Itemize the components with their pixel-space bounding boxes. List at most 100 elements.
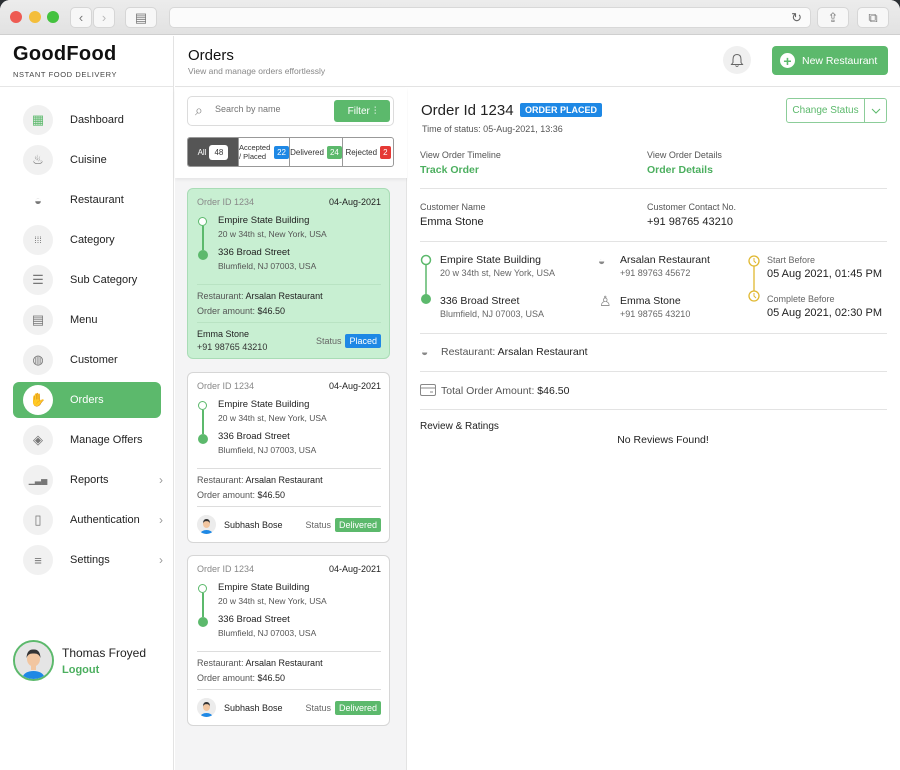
- avatar: [13, 640, 54, 681]
- timeline-label: View Order Timeline: [420, 150, 501, 160]
- sidebar-item-label: Orders: [70, 394, 104, 406]
- status-time: Time of status: 05-Aug-2021, 13:36: [422, 124, 563, 134]
- customer-icon: ◍: [23, 345, 53, 375]
- route-line: [202, 226, 204, 250]
- tab-all[interactable]: All 48: [188, 138, 239, 166]
- tab-delivered[interactable]: Delivered 24: [290, 138, 343, 166]
- search-input[interactable]: [215, 104, 330, 114]
- pickup-name: Empire State Building: [218, 215, 310, 226]
- order-status: Status Delivered: [305, 517, 381, 532]
- dropoff-address: Blumfield, NJ 07003, USA: [440, 309, 545, 319]
- reports-chart-icon: ▁▃▅: [23, 465, 53, 495]
- order-route: Empire State Building 20 w 34th st, New …: [197, 215, 381, 280]
- status-tabs: All 48 Accepted / Placed 22 Delivered 24…: [187, 137, 394, 167]
- chevron-right-icon: ›: [159, 513, 163, 527]
- new-restaurant-label: New Restaurant: [802, 54, 878, 67]
- order-title: Order Id 1234: [421, 102, 514, 119]
- tab-accepted-placed[interactable]: Accepted / Placed 22: [239, 138, 290, 166]
- share-button[interactable]: ⇪: [817, 7, 849, 28]
- sidebar-item-cuisine[interactable]: ♨ Cuisine: [13, 142, 161, 178]
- sidebar-item-manage-offers[interactable]: ◈ Manage Offers: [13, 422, 161, 458]
- total-label: Total Order Amount:: [441, 385, 538, 397]
- amount-prefix: Order amount:: [197, 490, 258, 500]
- pickup-dot-icon: [198, 584, 207, 593]
- orders-list-panel: ⌕ Filter ⫶ All 48 Accepted / Placed 22 D…: [175, 88, 407, 770]
- amount-prefix: Order amount:: [197, 673, 258, 683]
- filter-label: Filter: [347, 105, 370, 117]
- app-window: ‹ › ▤ ↻ ⇪ ⧉ GoodFood NSTANT FOOD DELIVER…: [0, 0, 900, 770]
- sidebar-item-dashboard[interactable]: ▦ Dashboard: [13, 102, 161, 138]
- tab-rejected[interactable]: Rejected 2: [343, 138, 393, 166]
- tabs-icon: ⧉: [868, 9, 878, 25]
- dropoff-address: Blumfield, NJ 07003, USA: [218, 261, 317, 271]
- notifications-button[interactable]: [723, 46, 751, 74]
- pickup-name: Empire State Building: [440, 254, 541, 266]
- sidebar: GoodFood NSTANT FOOD DELIVERY ▦ Dashboar…: [0, 36, 174, 770]
- sidebar-item-orders[interactable]: ✋ Orders: [13, 382, 161, 418]
- details-label: View Order Details: [647, 150, 722, 160]
- sidebar-item-settings[interactable]: ≡ Settings ›: [13, 542, 163, 578]
- sidebar-item-restaurant[interactable]: ◒ Restaurant: [13, 182, 161, 218]
- status-label: Status: [305, 519, 331, 530]
- pickup-address: 20 w 34th st, New York, USA: [440, 268, 556, 278]
- customer-name: Emma Stone: [197, 329, 250, 339]
- offer-tag-icon: ◈: [23, 425, 53, 455]
- menu-icon: ▤: [23, 305, 53, 335]
- page-header: Orders View and manage orders effortless…: [175, 36, 900, 87]
- divider: [420, 371, 887, 372]
- reload-icon[interactable]: ↻: [791, 10, 802, 26]
- order-card[interactable]: Order ID 1234 04-Aug-2021 Empire State B…: [187, 372, 390, 543]
- card-footer: Subhash Bose Status Delivered: [197, 507, 381, 542]
- sidebar-item-authentication[interactable]: ▯ Authentication ›: [13, 502, 163, 538]
- total-amount-row: Total Order Amount: $46.50: [441, 385, 569, 397]
- avatar: [197, 515, 216, 534]
- customer-phone: +91 98765 43210: [197, 342, 268, 352]
- sidebar-item-customer[interactable]: ◍ Customer: [13, 342, 161, 378]
- status-label: Status: [305, 702, 331, 713]
- order-route: Empire State Building 20 w 34th st, New …: [197, 399, 381, 464]
- sidebar-item-menu[interactable]: ▤ Menu: [13, 302, 161, 338]
- track-order-link[interactable]: Track Order: [420, 164, 479, 176]
- maximize-window-button[interactable]: [47, 11, 59, 23]
- sidebar-toggle-button[interactable]: ▤: [125, 7, 157, 28]
- user-avatar-icon: [15, 642, 52, 679]
- dropoff-dot-icon: [198, 250, 208, 260]
- chevron-down-icon[interactable]: [865, 99, 886, 122]
- minimize-window-button[interactable]: [29, 11, 41, 23]
- order-card[interactable]: Order ID 1234 04-Aug-2021 Empire State B…: [187, 555, 390, 726]
- sidebar-item-reports[interactable]: ▁▃▅ Reports ›: [13, 462, 163, 498]
- pickup-name: Empire State Building: [218, 399, 310, 410]
- change-status-button[interactable]: Change Status: [787, 99, 865, 122]
- order-card[interactable]: Order ID 1234 04-Aug-2021 Empire State B…: [187, 188, 390, 359]
- restaurant-icon: ◒: [421, 345, 429, 359]
- order-date: 04-Aug-2021: [328, 197, 381, 207]
- sub-category-icon: ☰: [23, 265, 53, 295]
- tabs-button[interactable]: ⧉: [857, 7, 889, 28]
- logout-link[interactable]: Logout: [62, 664, 146, 676]
- change-status-dropdown[interactable]: Change Status: [786, 98, 887, 123]
- route-line: [202, 410, 204, 434]
- filter-button[interactable]: Filter ⫶: [334, 100, 390, 122]
- forward-button[interactable]: ›: [93, 7, 115, 28]
- restaurant-prefix: Restaurant:: [197, 475, 246, 485]
- restaurant-name: Arsalan Restaurant: [245, 291, 323, 301]
- order-detail-panel: Order Id 1234 ORDER PLACED Time of statu…: [408, 88, 900, 770]
- new-restaurant-button[interactable]: + New Restaurant: [772, 46, 888, 75]
- brand: GoodFood NSTANT FOOD DELIVERY: [0, 36, 173, 87]
- close-window-button[interactable]: [10, 11, 22, 23]
- sidebar-item-category[interactable]: ⁞⁞⁞ Category: [13, 222, 161, 258]
- back-button[interactable]: ‹: [70, 7, 92, 28]
- address-bar[interactable]: ↻: [169, 7, 811, 28]
- card-footer: Subhash Bose Status Delivered: [197, 690, 381, 725]
- tab-label: Delivered: [290, 147, 324, 157]
- restaurant-icon: ◒: [34, 192, 42, 208]
- tab-label: All: [197, 147, 207, 157]
- chevron-right-icon: ›: [159, 473, 163, 487]
- divider: [420, 188, 887, 189]
- sidebar-item-sub-category[interactable]: ☰ Sub Category: [13, 262, 161, 298]
- order-details-link[interactable]: Order Details: [647, 164, 713, 176]
- page-subtitle: View and manage orders effortlessly: [188, 66, 326, 76]
- reviews-title: Review & Ratings: [420, 421, 499, 432]
- search-icon: ⌕: [195, 102, 203, 118]
- tab-count: 2: [380, 145, 391, 159]
